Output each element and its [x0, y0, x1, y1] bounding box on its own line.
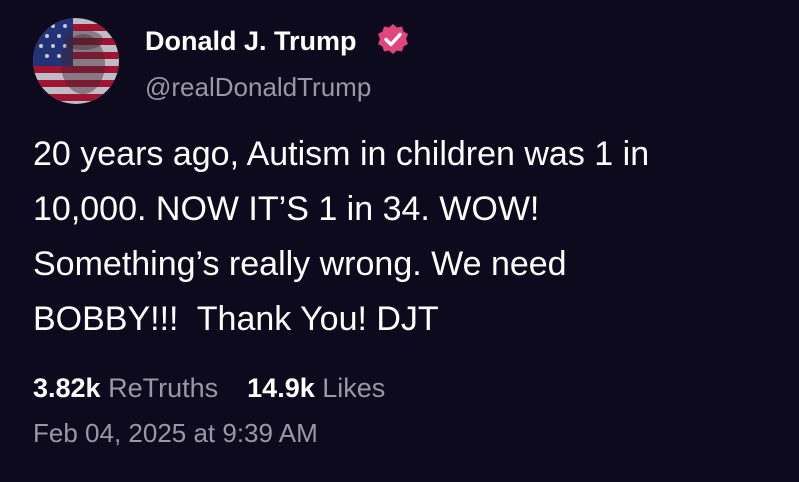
post-text-line: Something’s really wrong. We need: [33, 245, 567, 283]
post-timestamp: Feb 04, 2025 at 9:39 AM: [33, 418, 318, 448]
truth-post: Donald J. Trump @realDonaldTrump 20 year…: [0, 0, 799, 482]
post-text-line: 20 years ago, Autism in children was 1 i…: [33, 135, 650, 173]
avatar-image: [33, 18, 119, 104]
likes-label: Likes: [322, 373, 386, 403]
retruths-label: ReTruths: [108, 373, 219, 403]
post-body: 20 years ago, Autism in children was 1 i…: [33, 127, 773, 347]
verified-check-icon: [378, 24, 408, 54]
retruths-stat[interactable]: 3.82k ReTruths: [33, 373, 226, 403]
likes-count: 14.9k: [247, 373, 315, 403]
post-text-line: BOBBY!!! Thank You! DJT: [33, 300, 439, 338]
post-text-line: 10,000. NOW IT’S 1 in 34. WOW!: [33, 190, 540, 228]
post-stats: 3.82k ReTruths 14.9k Likes: [33, 370, 385, 406]
author-handle[interactable]: @realDonaldTrump: [145, 70, 371, 104]
author-name[interactable]: Donald J. Trump: [145, 24, 357, 58]
retruths-count: 3.82k: [33, 373, 101, 403]
likes-stat[interactable]: 14.9k Likes: [240, 373, 386, 403]
author-avatar[interactable]: [33, 18, 119, 104]
